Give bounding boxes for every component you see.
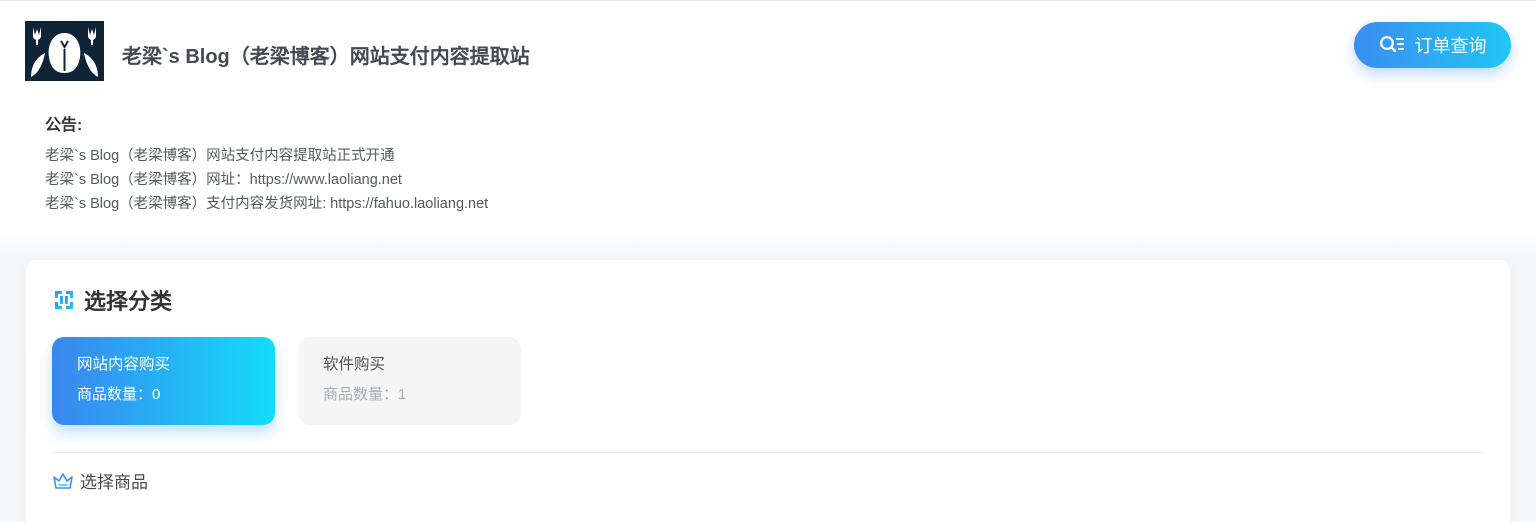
category-grid-icon bbox=[55, 291, 73, 309]
logo-icon bbox=[25, 21, 104, 81]
category-card-software[interactable]: 软件购买 商品数量：1 bbox=[298, 337, 521, 425]
product-section-header: 选择商品 bbox=[52, 468, 148, 493]
category-count: 商品数量：1 bbox=[323, 386, 407, 403]
category-card-website-content[interactable]: 网站内容购买 商品数量：0 bbox=[52, 337, 275, 425]
header: 老梁`s Blog（老梁博客）网站支付内容提取站 订单查询 bbox=[0, 1, 1536, 101]
site-title: 老梁`s Blog（老梁博客）网站支付内容提取站 bbox=[122, 46, 530, 68]
product-section-title: 选择商品 bbox=[80, 473, 148, 492]
announcement-title: 公告: bbox=[45, 117, 83, 134]
category-name: 软件购买 bbox=[323, 356, 386, 373]
announcement: 公告: 老梁`s Blog（老梁博客）网站支付内容提取站正式开通 老梁`s Bl… bbox=[45, 111, 945, 216]
crown-icon bbox=[53, 472, 73, 489]
announcement-line: 老梁`s Blog（老梁博客）网站支付内容提取站正式开通 bbox=[45, 148, 395, 164]
page: 老梁`s Blog（老梁博客）网站支付内容提取站 订单查询 公告: 老梁`s B… bbox=[0, 0, 1536, 522]
order-query-button[interactable]: 订单查询 bbox=[1354, 22, 1511, 68]
site-logo[interactable] bbox=[25, 21, 104, 81]
category-count: 商品数量：0 bbox=[77, 386, 161, 403]
shop-card: 选择分类 网站内容购买 商品数量：0 软件购买 商品数量：1 选择商品 bbox=[26, 260, 1510, 522]
category-section-title: 选择分类 bbox=[84, 289, 173, 314]
search-list-icon bbox=[1379, 36, 1404, 53]
category-section-header: 选择分类 bbox=[53, 284, 172, 316]
announcement-line: 老梁`s Blog（老梁博客）网址：https://www.laoliang.n… bbox=[45, 172, 402, 188]
section-divider bbox=[52, 452, 1484, 453]
category-name: 网站内容购买 bbox=[77, 356, 171, 373]
order-query-label: 订单查询 bbox=[1414, 36, 1487, 56]
announcement-line: 老梁`s Blog（老梁博客）支付内容发货网址: https://fahuo.l… bbox=[45, 196, 489, 212]
